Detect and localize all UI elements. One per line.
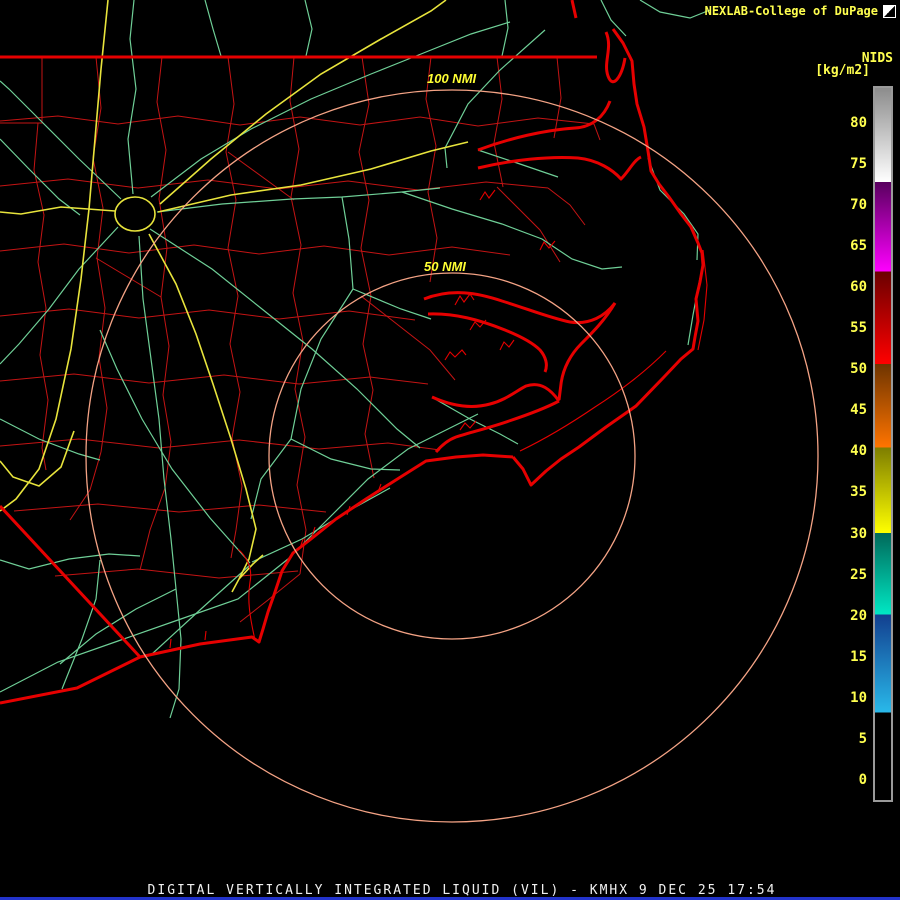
colorbar-tick-label: 40 <box>850 443 867 460</box>
range-rings-layer <box>85 89 819 823</box>
roads-yellow-layer <box>0 0 469 593</box>
colorbar-tick-label: 35 <box>850 484 867 501</box>
colorbar-tick-label: 5 <box>858 730 867 747</box>
colorbar-tick-label: 45 <box>850 402 867 419</box>
colorbar-tick-label: 70 <box>850 197 867 214</box>
range-ring-label-50nmi: 50 NMI <box>424 259 466 274</box>
radar-map: 50 NMI 100 NMI <box>0 0 819 823</box>
colorbar <box>873 86 893 802</box>
range-ring-100nmi <box>85 89 819 823</box>
colorbar-tick-label: 50 <box>850 361 867 378</box>
colorbar-tick-label: 25 <box>850 566 867 583</box>
colorbar-tick-label: 0 <box>858 771 867 788</box>
range-ring-label-100nmi: 100 NMI <box>427 71 477 86</box>
colorbar-tick-label: 65 <box>850 238 867 255</box>
colorbar-tick-label: 55 <box>850 320 867 337</box>
header-brand: NEXLAB-College of DuPage <box>705 4 896 18</box>
brand-text: NEXLAB-College of DuPage <box>704 4 878 18</box>
roads-green-layer <box>0 0 711 719</box>
colorbar-tick-label: 20 <box>850 607 867 624</box>
legend-units: [kg/m2] <box>815 63 870 78</box>
colorbar-tick-label: 10 <box>850 689 867 706</box>
college-of-dupage-logo-icon <box>883 4 896 18</box>
coastline-layer <box>0 0 705 705</box>
colorbar-tick-label: 75 <box>850 156 867 172</box>
radar-display: 50 NMI 100 NMI NEXLAB-College of DuPage … <box>0 0 900 900</box>
product-caption: DIGITAL VERTICALLY INTEGRATED LIQUID (VI… <box>147 883 777 898</box>
colorbar-tick-label: 30 <box>850 525 867 542</box>
colorbar-tick-label: 60 <box>850 279 867 296</box>
colorbar-tick-label: 80 <box>850 114 867 131</box>
colorbar-tick-label: 15 <box>850 648 867 665</box>
